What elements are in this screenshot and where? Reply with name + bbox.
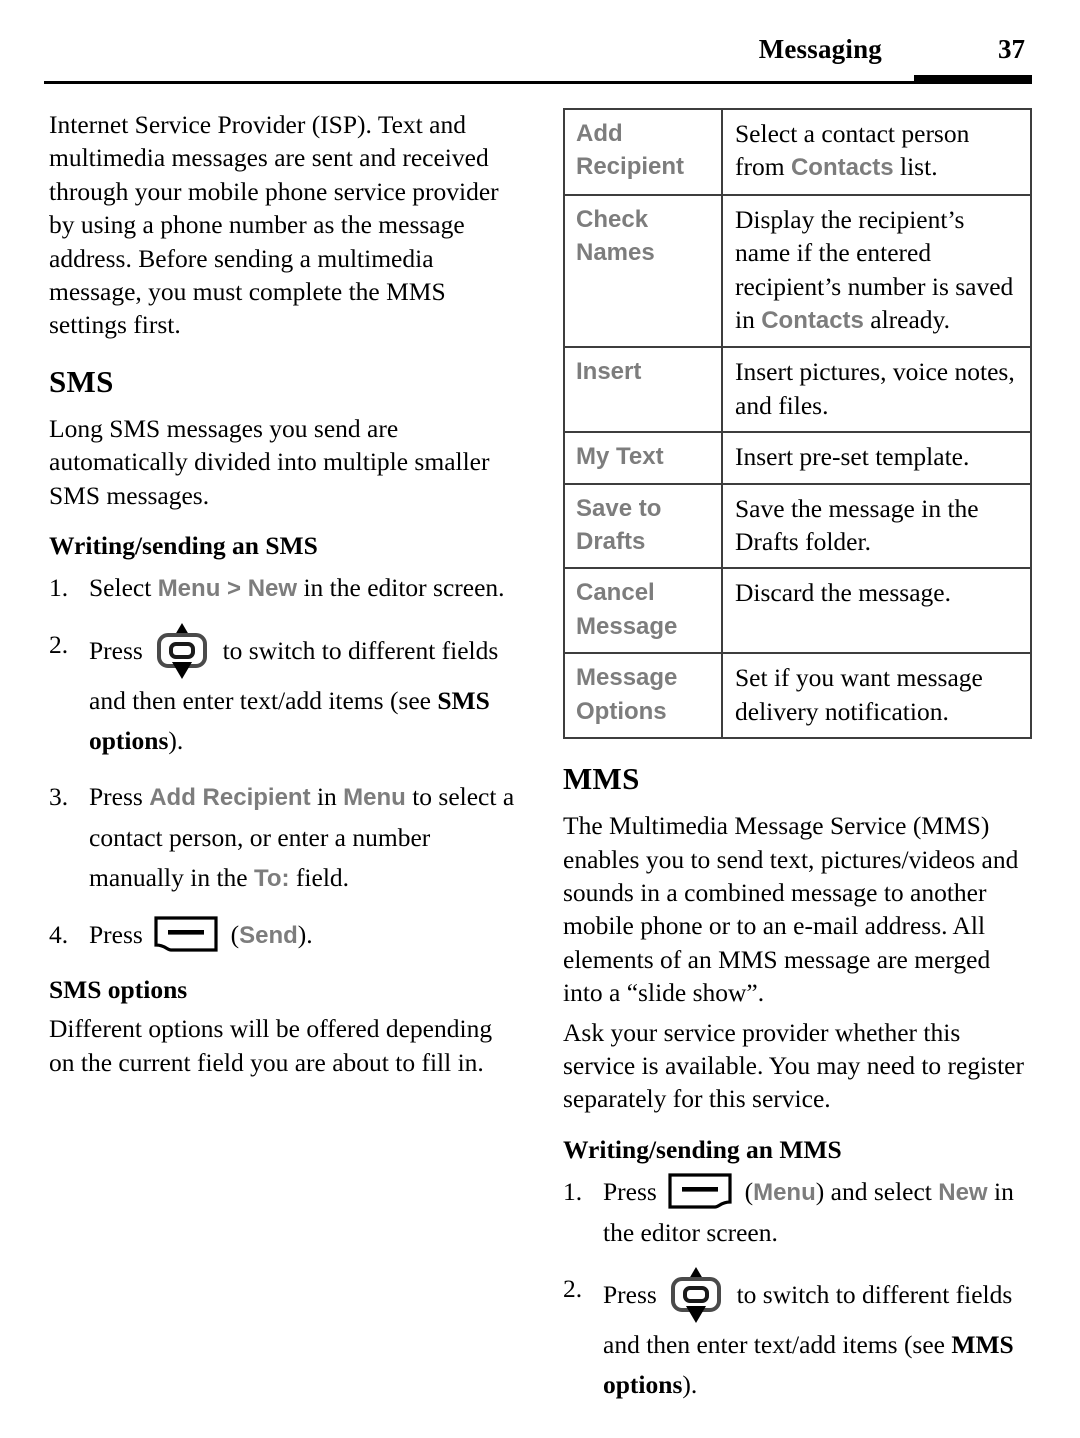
- new-term-mms: New: [938, 1178, 988, 1206]
- step1-separator: >: [220, 575, 248, 603]
- sms-section-heading: SMS: [49, 363, 114, 399]
- mms-section-heading: MMS: [563, 761, 640, 797]
- option-value-text: Set if you want message delivery notific…: [735, 663, 983, 726]
- sms-step-1: Select Menu > New in the editor screen.: [49, 568, 519, 609]
- table-row: Cancel Message Discard the message.: [563, 567, 1032, 655]
- option-value: Save the message in the Drafts folder.: [721, 482, 1032, 570]
- mms-step-1: Press (Menu) and select New in the edito…: [563, 1172, 1032, 1253]
- step4-mid-text: (: [224, 920, 240, 950]
- to-field-term: To:: [254, 865, 290, 893]
- step3-pre-text: Press: [89, 782, 150, 812]
- sms-paragraph: Long SMS messages you send are automatic…: [49, 413, 490, 510]
- menu-term: Menu: [157, 575, 221, 603]
- sms-options-table-body: Add Recipient Select a contact person fr…: [563, 108, 1032, 740]
- mms-paragraph-1: The Multimedia Message Service (MMS) ena…: [563, 811, 1019, 1008]
- step1-post-text: in the editor screen.: [297, 573, 505, 603]
- step2-pre-text: Press: [89, 635, 150, 665]
- mms-steps-list: Press (Menu) and select New in the edito…: [563, 1172, 1032, 1405]
- page-number: 37: [998, 34, 1025, 64]
- table-row: My Text Insert pre-set template.: [563, 431, 1032, 485]
- page-header: Messaging 37: [44, 34, 1032, 92]
- left-softkey-icon: [153, 915, 219, 953]
- option-value-text: Save the message in the Drafts folder.: [735, 493, 979, 557]
- sms-step-3: Press Add Recipient in Menu to select a …: [49, 777, 519, 899]
- contacts-term: Contacts: [790, 154, 894, 182]
- table-row: Insert Insert pictures, voice notes, and…: [563, 346, 1032, 434]
- header-rule: [44, 81, 1032, 84]
- option-value: Display the recipient’s name if the ente…: [721, 193, 1032, 349]
- step3-mid-text-1: in: [310, 782, 344, 812]
- table-row: Message Options Set if you want message …: [563, 652, 1032, 740]
- menu-term-mms: Menu: [753, 1178, 816, 1206]
- option-key: Save to Drafts: [563, 482, 723, 570]
- manual-page: Messaging 37 Internet Service Provider (…: [0, 0, 1080, 1438]
- nav-key-center: [683, 1285, 710, 1303]
- step2-post-text: ).: [168, 726, 184, 756]
- option-value-text-tail: already.: [863, 305, 951, 335]
- table-row: Check Names Display the recipient’s name…: [563, 193, 1032, 349]
- sms-options-table: Add Recipient Select a contact person fr…: [563, 108, 1032, 740]
- step3-post-text: field.: [289, 863, 350, 893]
- new-term: New: [247, 575, 298, 603]
- sms-options-heading: SMS options: [49, 975, 188, 1005]
- mms-step1-pre-text: Press: [603, 1176, 664, 1206]
- mms-step1-mid-2: ) and select: [815, 1176, 939, 1206]
- table-row: Add Recipient Select a contact person fr…: [563, 108, 1032, 196]
- option-key: Add Recipient: [563, 108, 723, 196]
- intro-paragraph: Internet Service Provider (ISP). Text an…: [49, 110, 499, 340]
- option-value: Select a contact person from Contacts li…: [721, 108, 1032, 196]
- mms-paragraph-2: Ask your service provider whether this s…: [563, 1017, 1024, 1114]
- option-key: Check Names: [563, 193, 723, 349]
- option-key: Message Options: [563, 652, 723, 740]
- nav-down-arrow-icon: [686, 1305, 707, 1323]
- header-rule-accent: [914, 75, 1032, 84]
- option-value: Discard the message.: [721, 567, 1032, 655]
- option-value: Insert pre-set template.: [721, 431, 1032, 485]
- contacts-term: Contacts: [761, 307, 864, 335]
- sms-writing-heading: Writing/sending an SMS: [49, 531, 318, 561]
- option-value-text-tail: list.: [893, 152, 938, 182]
- mms-step-2: Press to switch to different fields and …: [563, 1266, 1032, 1405]
- add-recipient-term: Add Recipient: [149, 784, 311, 812]
- sms-steps-list: Select Menu > New in the editor screen. …: [49, 568, 519, 956]
- option-value-text: Insert pictures, voice notes, and files.: [735, 357, 1015, 420]
- mms-step2-post-text: ).: [682, 1369, 698, 1399]
- right-column: Add Recipient Select a contact person fr…: [563, 108, 1032, 1421]
- navigation-key-icon: [667, 1266, 725, 1323]
- page-title: Messaging: [758, 34, 882, 64]
- mms-step1-mid-1: (: [738, 1176, 754, 1206]
- table-row: Save to Drafts Save the message in the D…: [563, 482, 1032, 570]
- option-value: Insert pictures, voice notes, and files.: [721, 346, 1032, 434]
- option-key: My Text: [563, 431, 723, 485]
- right-softkey-icon: [667, 1172, 733, 1210]
- sms-options-paragraph: Different options will be offered depend…: [49, 1014, 493, 1077]
- sms-step-2: Press to switch to different fields and …: [49, 623, 519, 761]
- navigation-key-icon: [153, 623, 211, 680]
- option-key: Cancel Message: [563, 567, 723, 655]
- option-key: Insert: [563, 346, 723, 434]
- mms-step2-pre-text: Press: [603, 1279, 664, 1309]
- left-column: Internet Service Provider (ISP). Text an…: [49, 108, 519, 1085]
- menu-term-2: Menu: [343, 784, 406, 812]
- option-value-text: Insert pre-set template.: [735, 442, 970, 472]
- step4-pre-text: Press: [89, 920, 150, 950]
- nav-down-arrow-icon: [172, 662, 193, 680]
- step4-post-text: ).: [297, 920, 313, 950]
- step1-pre-text: Select: [89, 573, 158, 603]
- send-term: Send: [239, 922, 298, 950]
- mms-writing-heading: Writing/sending an MMS: [563, 1134, 842, 1164]
- sms-step-4: Press (Send).: [49, 915, 519, 956]
- option-value: Set if you want message delivery notific…: [721, 652, 1032, 740]
- option-value-text: Discard the message.: [735, 578, 951, 608]
- nav-key-center: [169, 642, 196, 660]
